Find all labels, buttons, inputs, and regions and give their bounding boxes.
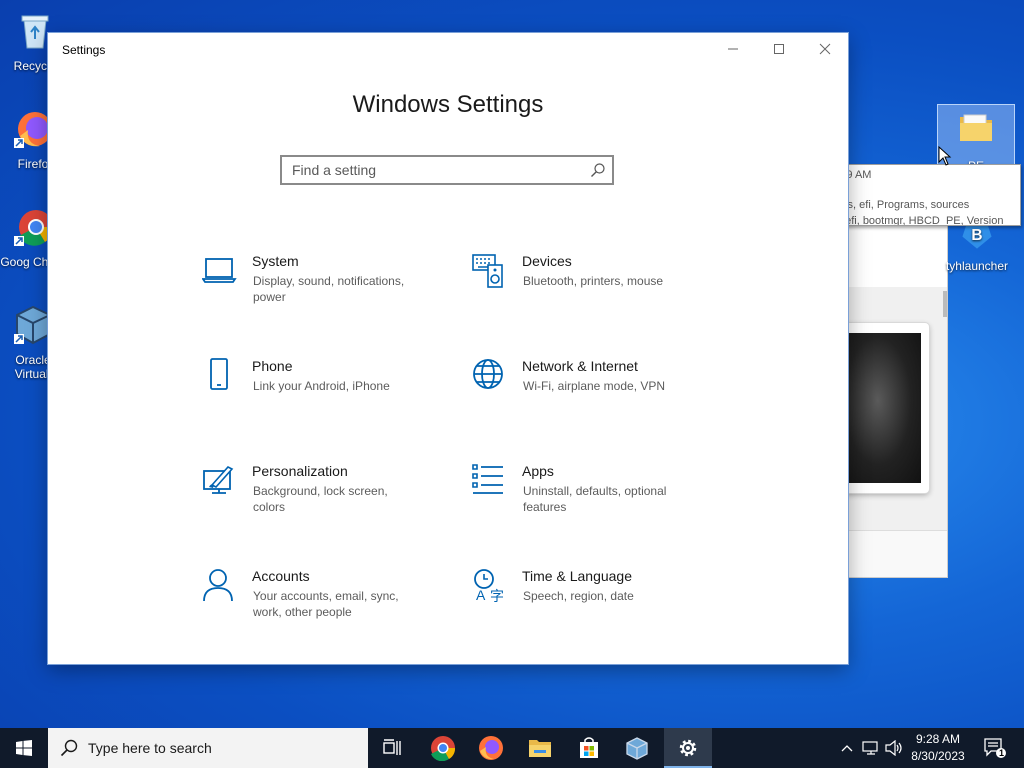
file-explorer-icon <box>529 740 551 757</box>
desktop-icon-label: tyhlauncher <box>945 259 1009 273</box>
taskbar-virtualbox-button[interactable] <box>613 728 661 768</box>
time-language-icon: A 字 <box>474 569 504 604</box>
search-icon <box>60 739 78 757</box>
taskbar-settings-button[interactable] <box>664 728 712 768</box>
tile-system[interactable]: System Display, sound, notifications, po… <box>202 253 442 323</box>
windows-logo-icon <box>16 740 32 756</box>
tile-time-language[interactable]: A 字 Time & Language Speech, region, date <box>472 568 712 638</box>
tile-phone[interactable]: Phone Link your Android, iPhone <box>202 358 442 428</box>
clock-date: 8/30/2023 <box>911 749 965 763</box>
tile-description: Display, sound, notifications, power <box>253 274 405 304</box>
settings-window[interactable]: Settings Windows Settings System Display… <box>48 33 848 664</box>
tile-title: Apps <box>522 463 554 479</box>
tile-accounts[interactable]: Accounts Your accounts, email, sync, wor… <box>202 568 442 638</box>
firefox-icon <box>479 736 503 760</box>
taskbar-file-explorer-button[interactable] <box>516 728 564 768</box>
person-icon <box>203 569 233 602</box>
network-icon <box>862 741 878 755</box>
tile-title: Devices <box>522 253 572 269</box>
taskbar: Type here to search 9:28 AM 8/30/2023 1 <box>0 728 1024 768</box>
taskbar-chrome-button[interactable] <box>419 728 467 768</box>
folder-icon <box>960 114 992 141</box>
tile-personalization[interactable]: Personalization Background, lock screen,… <box>202 463 442 533</box>
maximize-button[interactable] <box>756 33 802 65</box>
settings-search-box[interactable] <box>280 155 614 185</box>
preview-image <box>849 333 921 483</box>
maximize-icon <box>774 44 784 54</box>
tile-title: Phone <box>252 358 293 374</box>
tile-description: Bluetooth, printers, mouse <box>523 274 664 288</box>
tile-title: Time & Language <box>522 568 632 584</box>
apps-list-icon <box>472 464 503 494</box>
notification-badge: 1 <box>999 748 1005 758</box>
tile-devices[interactable]: Devices Bluetooth, printers, mouse <box>472 253 712 323</box>
svg-text:字: 字 <box>490 588 504 604</box>
tile-description: Uninstall, defaults, optional features <box>523 484 667 514</box>
taskbar-clock[interactable]: 9:28 AM 8/30/2023 <box>900 731 976 765</box>
show-hidden-icons-button[interactable] <box>838 728 856 768</box>
tile-apps[interactable]: Apps Uninstall, defaults, optional featu… <box>472 463 712 533</box>
chrome-icon <box>431 736 456 761</box>
globe-icon <box>473 359 503 389</box>
svg-text:A: A <box>476 587 486 603</box>
tile-network[interactable]: Network & Internet Wi-Fi, airplane mode,… <box>472 358 712 428</box>
minimize-icon <box>728 48 738 50</box>
network-tray-button[interactable] <box>860 728 882 768</box>
close-icon <box>819 43 831 55</box>
tile-description: Your accounts, email, sync, work, other … <box>253 589 399 619</box>
tile-description: Link your Android, iPhone <box>253 379 390 393</box>
taskbar-search-placeholder: Type here to search <box>88 740 212 756</box>
phone-icon <box>210 358 228 390</box>
store-icon <box>580 737 598 758</box>
svg-text:B: B <box>971 227 982 244</box>
window-title: Settings <box>62 43 106 57</box>
clock-time: 9:28 AM <box>915 732 961 746</box>
start-button[interactable] <box>0 728 48 768</box>
tile-title: Network & Internet <box>522 358 638 374</box>
minimize-button[interactable] <box>710 33 756 65</box>
laptop-icon <box>202 258 237 283</box>
tile-description: Wi-Fi, airplane mode, VPN <box>523 379 666 393</box>
search-icon[interactable] <box>590 162 606 178</box>
task-view-button[interactable] <box>368 728 416 768</box>
tile-title: System <box>252 253 299 269</box>
gear-icon <box>679 739 697 757</box>
virtualbox-icon <box>626 737 648 760</box>
close-button[interactable] <box>802 33 848 65</box>
search-input[interactable] <box>282 157 582 183</box>
taskbar-search-box[interactable]: Type here to search <box>48 728 368 768</box>
task-view-icon <box>383 739 401 755</box>
tile-description: Speech, region, date <box>523 589 634 603</box>
preview-panel <box>843 323 929 493</box>
tile-title: Personalization <box>252 463 348 479</box>
tile-title: Accounts <box>252 568 310 584</box>
mouse-cursor-icon <box>938 146 952 166</box>
taskbar-store-button[interactable] <box>565 728 613 768</box>
scrollbar[interactable] <box>943 291 947 317</box>
chevron-up-icon <box>841 745 853 752</box>
paint-icon <box>203 466 234 494</box>
taskbar-firefox-button[interactable] <box>467 728 515 768</box>
action-center-button[interactable]: 1 <box>978 728 1012 768</box>
keyboard-speaker-icon <box>472 254 503 288</box>
page-title: Windows Settings <box>352 91 544 118</box>
tile-description: Background, lock screen, colors <box>253 484 388 514</box>
